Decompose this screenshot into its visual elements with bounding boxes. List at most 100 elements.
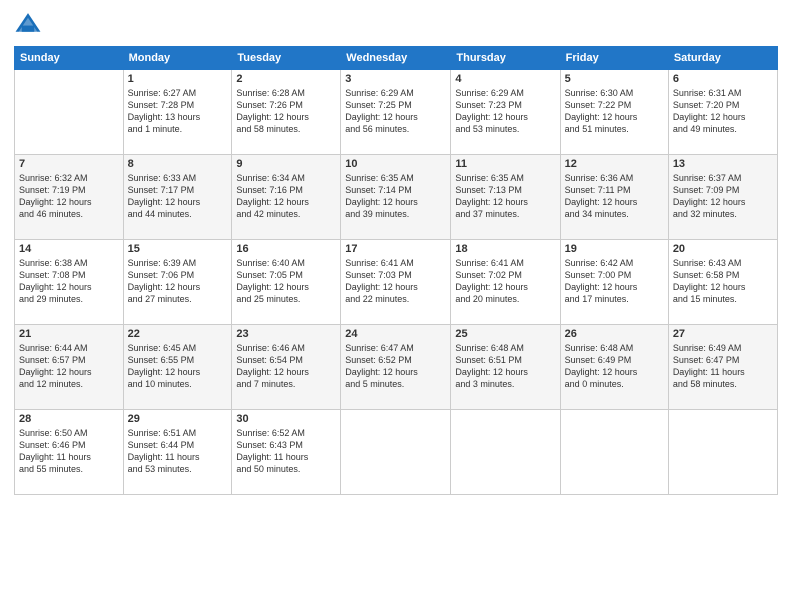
day-cell: [15, 70, 124, 155]
day-cell: 4 Sunrise: 6:29 AM Sunset: 7:23 PM Daylig…: [451, 70, 560, 155]
week-row-0: 1 Sunrise: 6:27 AM Sunset: 7:28 PM Daylig…: [15, 70, 778, 155]
day-cell: 25 Sunrise: 6:48 AM Sunset: 6:51 PM Dayli…: [451, 325, 560, 410]
day-detail: Sunrise: 6:37 AM Sunset: 7:09 PM Dayligh…: [673, 172, 773, 221]
day-number: 20: [673, 243, 773, 255]
day-cell: 24Sunrise: 6:47 AM Sunset: 6:52 PM Dayli…: [341, 325, 451, 410]
day-number: 3: [345, 73, 446, 85]
day-detail: Sunrise: 6:50 AM Sunset: 6:46 PM Dayligh…: [19, 427, 119, 476]
day-cell: 13 Sunrise: 6:37 AM Sunset: 7:09 PM Dayli…: [668, 155, 777, 240]
day-detail: Sunrise: 6:51 AM Sunset: 6:44 PM Dayligh…: [128, 427, 228, 476]
day-number: 19: [565, 243, 664, 255]
calendar-table: SundayMondayTuesdayWednesdayThursdayFrid…: [14, 46, 778, 495]
day-number: 9: [236, 158, 336, 170]
day-cell: 27 Sunrise: 6:49 AM Sunset: 6:47 PM Dayli…: [668, 325, 777, 410]
day-number: 30: [236, 413, 336, 425]
day-detail: Sunrise: 6:41 AM Sunset: 7:02 PM Dayligh…: [455, 257, 555, 306]
day-number: 6: [673, 73, 773, 85]
day-cell: 22 Sunrise: 6:45 AM Sunset: 6:55 PM Dayli…: [123, 325, 232, 410]
day-cell: 3 Sunrise: 6:29 AM Sunset: 7:25 PM Daylig…: [341, 70, 451, 155]
day-detail: Sunrise: 6:36 AM Sunset: 7:11 PM Dayligh…: [565, 172, 664, 221]
day-detail: Sunrise: 6:30 AM Sunset: 7:22 PM Dayligh…: [565, 87, 664, 136]
day-detail: Sunrise: 6:33 AM Sunset: 7:17 PM Dayligh…: [128, 172, 228, 221]
day-number: 16: [236, 243, 336, 255]
day-cell: 7 Sunrise: 6:32 AM Sunset: 7:19 PM Daylig…: [15, 155, 124, 240]
day-number: 25: [455, 328, 555, 340]
day-cell: 10 Sunrise: 6:35 AM Sunset: 7:14 PM Dayli…: [341, 155, 451, 240]
day-detail: Sunrise: 6:46 AM Sunset: 6:54 PM Dayligh…: [236, 342, 336, 391]
day-detail: Sunrise: 6:41 AM Sunset: 7:03 PM Dayligh…: [345, 257, 446, 306]
col-header-wednesday: Wednesday: [341, 47, 451, 70]
day-cell: 16Sunrise: 6:40 AM Sunset: 7:05 PM Dayli…: [232, 240, 341, 325]
day-number: 26: [565, 328, 664, 340]
header: [14, 10, 778, 38]
week-row-2: 14 Sunrise: 6:38 AM Sunset: 7:08 PM Dayli…: [15, 240, 778, 325]
day-detail: Sunrise: 6:49 AM Sunset: 6:47 PM Dayligh…: [673, 342, 773, 391]
day-detail: Sunrise: 6:27 AM Sunset: 7:28 PM Dayligh…: [128, 87, 228, 136]
day-cell: 11Sunrise: 6:35 AM Sunset: 7:13 PM Dayli…: [451, 155, 560, 240]
col-header-sunday: Sunday: [15, 47, 124, 70]
day-number: 14: [19, 243, 119, 255]
day-number: 17: [345, 243, 446, 255]
day-cell: 20 Sunrise: 6:43 AM Sunset: 6:58 PM Dayli…: [668, 240, 777, 325]
day-detail: Sunrise: 6:29 AM Sunset: 7:25 PM Dayligh…: [345, 87, 446, 136]
day-cell: 12 Sunrise: 6:36 AM Sunset: 7:11 PM Dayli…: [560, 155, 668, 240]
week-row-3: 21Sunrise: 6:44 AM Sunset: 6:57 PM Dayli…: [15, 325, 778, 410]
day-detail: Sunrise: 6:44 AM Sunset: 6:57 PM Dayligh…: [19, 342, 119, 391]
day-detail: Sunrise: 6:48 AM Sunset: 6:51 PM Dayligh…: [455, 342, 555, 391]
day-number: 18: [455, 243, 555, 255]
day-cell: 1 Sunrise: 6:27 AM Sunset: 7:28 PM Daylig…: [123, 70, 232, 155]
day-cell: 23 Sunrise: 6:46 AM Sunset: 6:54 PM Dayli…: [232, 325, 341, 410]
day-cell: [560, 410, 668, 495]
day-number: 11: [455, 158, 555, 170]
day-cell: 18 Sunrise: 6:41 AM Sunset: 7:02 PM Dayli…: [451, 240, 560, 325]
day-detail: Sunrise: 6:35 AM Sunset: 7:14 PM Dayligh…: [345, 172, 446, 221]
day-cell: [668, 410, 777, 495]
day-number: 23: [236, 328, 336, 340]
day-number: 15: [128, 243, 228, 255]
day-number: 5: [565, 73, 664, 85]
day-number: 12: [565, 158, 664, 170]
col-header-thursday: Thursday: [451, 47, 560, 70]
day-detail: Sunrise: 6:45 AM Sunset: 6:55 PM Dayligh…: [128, 342, 228, 391]
day-number: 7: [19, 158, 119, 170]
day-number: 8: [128, 158, 228, 170]
day-cell: 6Sunrise: 6:31 AM Sunset: 7:20 PM Daylig…: [668, 70, 777, 155]
day-detail: Sunrise: 6:43 AM Sunset: 6:58 PM Dayligh…: [673, 257, 773, 306]
day-cell: 5 Sunrise: 6:30 AM Sunset: 7:22 PM Daylig…: [560, 70, 668, 155]
day-detail: Sunrise: 6:32 AM Sunset: 7:19 PM Dayligh…: [19, 172, 119, 221]
day-cell: 30Sunrise: 6:52 AM Sunset: 6:43 PM Dayli…: [232, 410, 341, 495]
day-cell: 21Sunrise: 6:44 AM Sunset: 6:57 PM Dayli…: [15, 325, 124, 410]
logo-icon: [14, 10, 42, 38]
day-number: 13: [673, 158, 773, 170]
calendar-page: SundayMondayTuesdayWednesdayThursdayFrid…: [0, 0, 792, 612]
day-cell: 19Sunrise: 6:42 AM Sunset: 7:00 PM Dayli…: [560, 240, 668, 325]
logo: [14, 10, 46, 38]
day-number: 22: [128, 328, 228, 340]
week-row-4: 28Sunrise: 6:50 AM Sunset: 6:46 PM Dayli…: [15, 410, 778, 495]
day-number: 10: [345, 158, 446, 170]
day-detail: Sunrise: 6:39 AM Sunset: 7:06 PM Dayligh…: [128, 257, 228, 306]
day-number: 2: [236, 73, 336, 85]
day-cell: 15 Sunrise: 6:39 AM Sunset: 7:06 PM Dayli…: [123, 240, 232, 325]
col-header-monday: Monday: [123, 47, 232, 70]
day-cell: [341, 410, 451, 495]
day-detail: Sunrise: 6:48 AM Sunset: 6:49 PM Dayligh…: [565, 342, 664, 391]
day-detail: Sunrise: 6:29 AM Sunset: 7:23 PM Dayligh…: [455, 87, 555, 136]
day-cell: 17 Sunrise: 6:41 AM Sunset: 7:03 PM Dayli…: [341, 240, 451, 325]
col-header-tuesday: Tuesday: [232, 47, 341, 70]
col-header-friday: Friday: [560, 47, 668, 70]
day-cell: 8 Sunrise: 6:33 AM Sunset: 7:17 PM Daylig…: [123, 155, 232, 240]
day-detail: Sunrise: 6:28 AM Sunset: 7:26 PM Dayligh…: [236, 87, 336, 136]
day-number: 4: [455, 73, 555, 85]
day-detail: Sunrise: 6:34 AM Sunset: 7:16 PM Dayligh…: [236, 172, 336, 221]
day-cell: [451, 410, 560, 495]
day-number: 27: [673, 328, 773, 340]
col-header-saturday: Saturday: [668, 47, 777, 70]
day-cell: 29 Sunrise: 6:51 AM Sunset: 6:44 PM Dayli…: [123, 410, 232, 495]
day-detail: Sunrise: 6:47 AM Sunset: 6:52 PM Dayligh…: [345, 342, 446, 391]
day-cell: 9 Sunrise: 6:34 AM Sunset: 7:16 PM Daylig…: [232, 155, 341, 240]
day-number: 29: [128, 413, 228, 425]
day-cell: 28Sunrise: 6:50 AM Sunset: 6:46 PM Dayli…: [15, 410, 124, 495]
day-detail: Sunrise: 6:38 AM Sunset: 7:08 PM Dayligh…: [19, 257, 119, 306]
day-number: 1: [128, 73, 228, 85]
